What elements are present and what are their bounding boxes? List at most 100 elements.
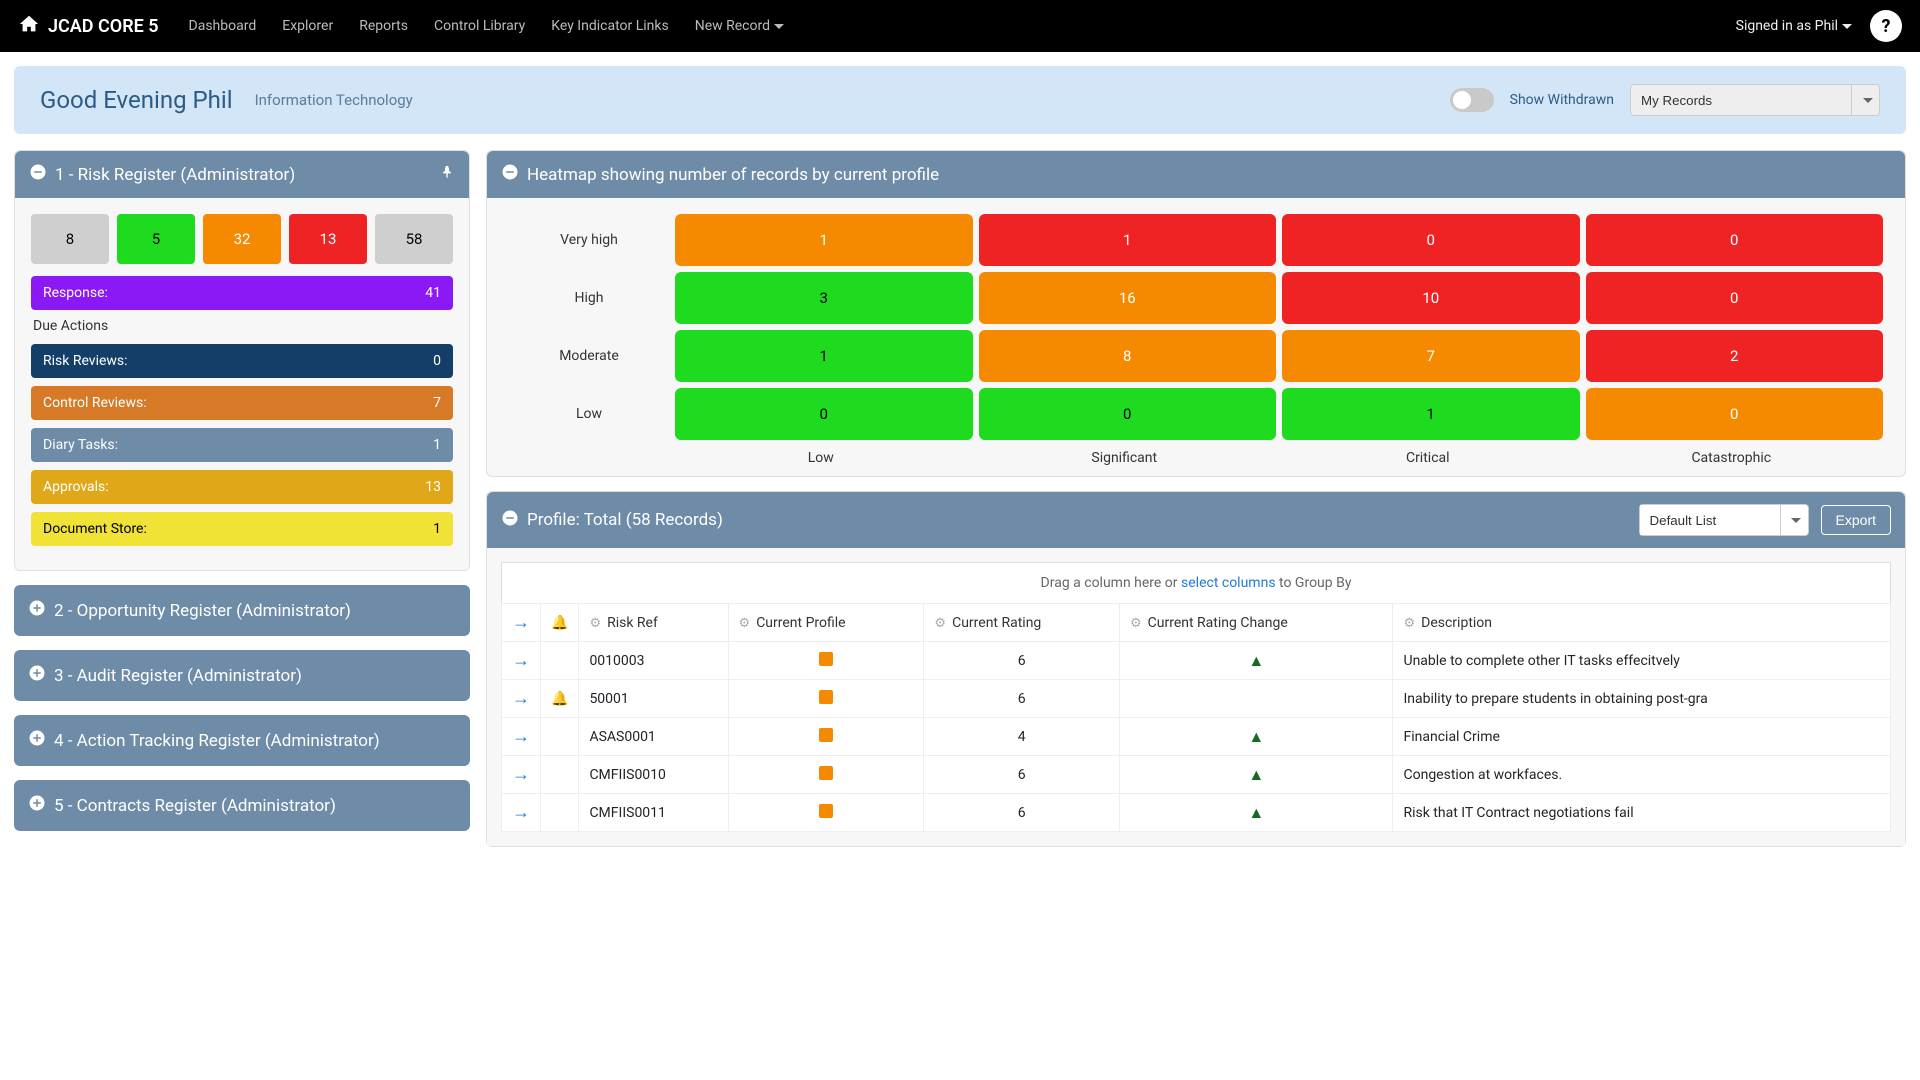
heatmap-cell[interactable]: 1 (675, 214, 973, 266)
heatmap-cell[interactable]: 3 (675, 272, 973, 324)
col-bell[interactable]: 🔔 (541, 604, 579, 642)
heatmap-header[interactable]: Heatmap showing number of records by cur… (487, 151, 1905, 198)
col-risk-ref[interactable]: ⚙ Risk Ref (579, 604, 728, 642)
collapsed-title: 2 - Opportunity Register (Administrator) (54, 601, 351, 621)
nav-dashboard[interactable]: Dashboard (181, 12, 265, 40)
pin-icon[interactable] (439, 164, 455, 185)
contracts-register-header[interactable]: 5 - Contracts Register (Administrator) (14, 780, 470, 831)
approvals-bar[interactable]: Approvals: 13 (31, 470, 453, 504)
arrow-right-icon: → (512, 802, 530, 823)
heatmap-panel: Heatmap showing number of records by cur… (486, 150, 1906, 477)
signed-in-menu[interactable]: Signed in as Phil (1736, 18, 1852, 34)
bar-value: 7 (433, 395, 441, 411)
select-columns-link[interactable]: select columns (1181, 575, 1276, 591)
heatmap-cell[interactable]: 0 (1586, 272, 1884, 324)
table-row[interactable]: →00100036▲Unable to complete other IT ta… (502, 642, 1891, 680)
audit-register-header[interactable]: 3 - Audit Register (Administrator) (14, 650, 470, 701)
count-box-4[interactable]: 13 (289, 214, 367, 264)
heatmap-cell[interactable]: 16 (979, 272, 1277, 324)
bar-label: Approvals: (43, 479, 109, 495)
cell-current-rating: 4 (924, 718, 1120, 756)
cell-rating-change: ▲ (1120, 756, 1393, 794)
count-box-2[interactable]: 5 (117, 214, 195, 264)
heatmap-cell[interactable]: 0 (1586, 388, 1884, 440)
col-description[interactable]: ⚙Description (1393, 604, 1891, 642)
open-row-button[interactable]: → (502, 794, 541, 832)
records-dropdown[interactable] (1630, 84, 1880, 116)
bar-value: 1 (433, 521, 441, 537)
arrow-right-icon: → (512, 650, 530, 671)
brand[interactable]: JCAD CORE 5 (18, 13, 159, 40)
list-dropdown[interactable] (1639, 504, 1809, 536)
col-current-rating[interactable]: ⚙Current Rating (924, 604, 1120, 642)
table-row[interactable]: →ASAS00014▲Financial Crime (502, 718, 1891, 756)
help-icon[interactable]: ? (1870, 10, 1902, 42)
action-tracking-register-header[interactable]: 4 - Action Tracking Register (Administra… (14, 715, 470, 766)
cell-description: Risk that IT Contract negotiations fail (1393, 794, 1891, 832)
heatmap-cell[interactable]: 1 (979, 214, 1277, 266)
show-withdrawn-label: Show Withdrawn (1510, 92, 1614, 108)
heatmap-cell[interactable]: 1 (675, 330, 973, 382)
control-reviews-bar[interactable]: Control Reviews: 7 (31, 386, 453, 420)
response-label: Response: (43, 285, 108, 301)
nav-key-indicators[interactable]: Key Indicator Links (543, 12, 676, 40)
open-row-button[interactable]: → (502, 718, 541, 756)
col-label: Risk Ref (607, 615, 658, 631)
collapse-icon (29, 163, 47, 186)
nav-explorer[interactable]: Explorer (274, 12, 341, 40)
cell-current-profile (728, 794, 924, 832)
cell-rating-change: ▲ (1120, 794, 1393, 832)
table-row[interactable]: →CMFIIS00116▲Risk that IT Contract negot… (502, 794, 1891, 832)
heatmap-cell[interactable]: 0 (979, 388, 1277, 440)
export-button[interactable]: Export (1821, 505, 1891, 535)
list-dropdown-value[interactable] (1640, 505, 1780, 535)
cell-risk-ref: CMFIIS0010 (579, 756, 728, 794)
diary-tasks-bar[interactable]: Diary Tasks: 1 (31, 428, 453, 462)
heatmap-cell[interactable]: 10 (1282, 272, 1580, 324)
nav-new-record[interactable]: New Record (687, 12, 792, 40)
arrow-right-icon: → (512, 726, 530, 747)
chevron-down-icon (1842, 24, 1852, 29)
table-row[interactable]: →CMFIIS00106▲Congestion at workfaces. (502, 756, 1891, 794)
count-box-1[interactable]: 8 (31, 214, 109, 264)
risk-reviews-bar[interactable]: Risk Reviews: 0 (31, 344, 453, 378)
table-row[interactable]: →🔔500016Inability to prepare students in… (502, 680, 1891, 718)
cell-current-rating: 6 (924, 794, 1120, 832)
heatmap-cell[interactable]: 0 (675, 388, 973, 440)
open-row-button[interactable]: → (502, 756, 541, 794)
col-current-profile[interactable]: ⚙Current Profile (728, 604, 924, 642)
col-open[interactable]: → (502, 604, 541, 642)
open-row-button[interactable]: → (502, 642, 541, 680)
profile-swatch-icon (819, 804, 833, 818)
count-row: 8 5 32 13 58 (31, 214, 453, 264)
heatmap-cell[interactable]: 0 (1282, 214, 1580, 266)
response-bar[interactable]: Response: 41 (31, 276, 453, 310)
group-by-bar[interactable]: Drag a column here or select columns to … (501, 562, 1891, 603)
risk-register-header[interactable]: 1 - Risk Register (Administrator) (15, 151, 469, 198)
heatmap-cell[interactable]: 2 (1586, 330, 1884, 382)
records-dropdown-value[interactable] (1631, 85, 1851, 115)
count-box-3[interactable]: 32 (203, 214, 281, 264)
cell-description: Financial Crime (1393, 718, 1891, 756)
heatmap-col-label: Catastrophic (1580, 446, 1884, 466)
nav-reports[interactable]: Reports (351, 12, 416, 40)
profile-swatch-icon (819, 652, 833, 666)
cell-current-profile (728, 642, 924, 680)
heatmap-cell[interactable]: 1 (1282, 388, 1580, 440)
opportunity-register-header[interactable]: 2 - Opportunity Register (Administrator) (14, 585, 470, 636)
navbar: JCAD CORE 5 Dashboard Explorer Reports C… (0, 0, 1920, 52)
heatmap-row-label: Low (509, 388, 669, 440)
col-rating-change[interactable]: ⚙Current Rating Change (1120, 604, 1393, 642)
chevron-down-icon (1780, 505, 1808, 535)
gear-icon: ⚙ (589, 616, 601, 631)
heatmap-cell[interactable]: 7 (1282, 330, 1580, 382)
open-row-button[interactable]: → (502, 680, 541, 718)
heatmap-cell[interactable]: 0 (1586, 214, 1884, 266)
show-withdrawn-toggle[interactable] (1450, 88, 1494, 112)
gear-icon: ⚙ (934, 616, 946, 631)
document-store-bar[interactable]: Document Store: 1 (31, 512, 453, 546)
nav-control-library[interactable]: Control Library (426, 12, 533, 40)
count-box-5[interactable]: 58 (375, 214, 453, 264)
arrow-up-icon: ▲ (1248, 651, 1264, 670)
heatmap-cell[interactable]: 8 (979, 330, 1277, 382)
